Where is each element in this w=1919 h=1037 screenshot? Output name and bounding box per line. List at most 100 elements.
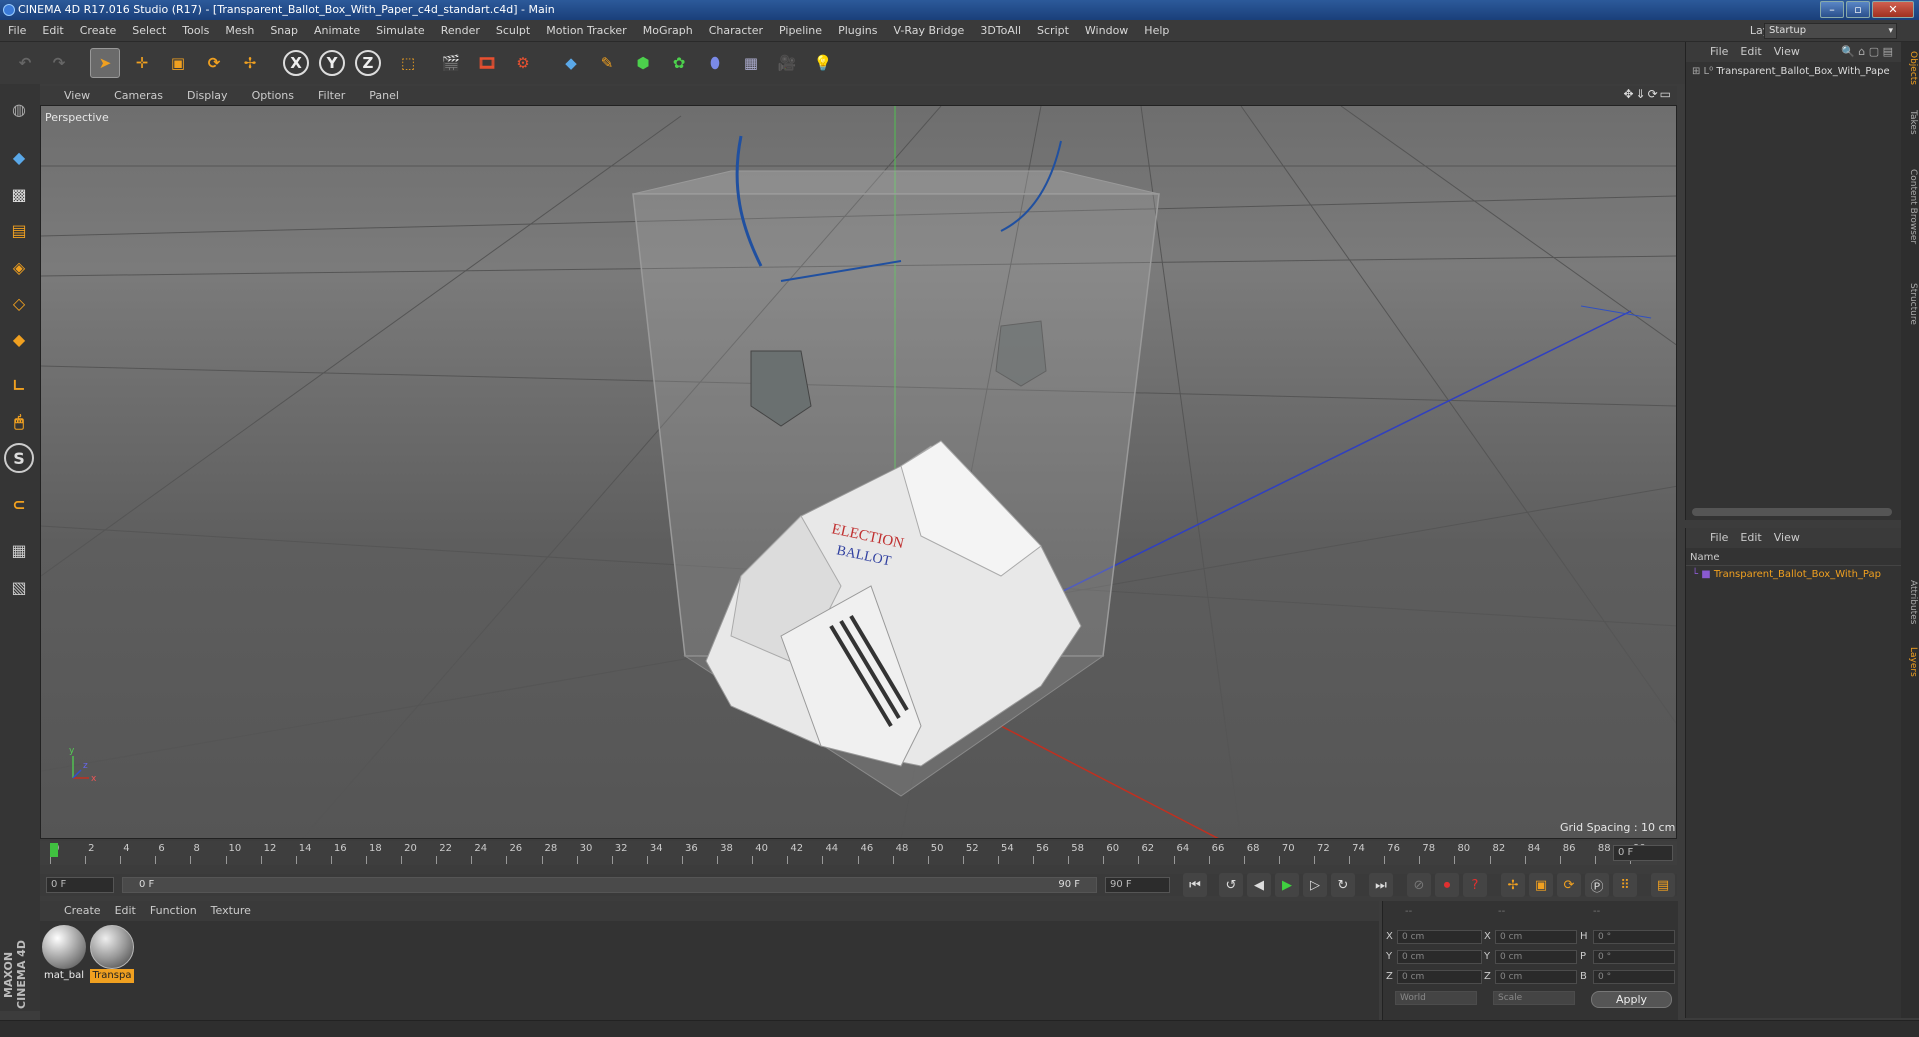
points-mode-icon[interactable]: ◈	[4, 252, 34, 282]
texture-mode-icon[interactable]: ▩	[4, 179, 34, 209]
object-menu-edit[interactable]: Edit	[1734, 42, 1767, 62]
range-slider[interactable]: 0 F 90 F	[122, 877, 1097, 893]
end-frame-field[interactable]: 90 F	[1105, 877, 1170, 893]
tab-attributes[interactable]: Attributes	[1902, 572, 1918, 632]
object-toolbar-icons[interactable]: 🔍 ⌂ ▢ ▤	[1841, 45, 1893, 58]
redo-icon[interactable]: ↷	[44, 48, 74, 78]
render-picture-viewer-icon[interactable]: 🎞	[472, 48, 502, 78]
workplane-mode-icon[interactable]: ▤	[4, 215, 34, 245]
rotation-b-field[interactable]: 0 °	[1593, 970, 1675, 984]
coordinate-system-icon[interactable]: ⬚	[393, 48, 423, 78]
key-scale-icon[interactable]: ▣	[1529, 873, 1553, 897]
tweak-mode-icon[interactable]: 🖱	[4, 407, 34, 437]
rotate-icon[interactable]: ⟳	[199, 48, 229, 78]
rotation-p-field[interactable]: 0 °	[1593, 950, 1675, 964]
tab-structure[interactable]: Structure	[1902, 274, 1918, 334]
menu-plugins[interactable]: Plugins	[830, 20, 885, 42]
planar-workplane-icon[interactable]: ▧	[4, 572, 34, 602]
apply-button[interactable]: Apply	[1591, 991, 1672, 1008]
minimize-button[interactable]: –	[1820, 1, 1844, 18]
material-menu-edit[interactable]: Edit	[108, 901, 143, 921]
play-icon[interactable]: ▶	[1275, 873, 1299, 897]
y-axis-button[interactable]: Y	[319, 50, 345, 76]
viewport-menu-cameras[interactable]: Cameras	[102, 86, 175, 105]
undo-icon[interactable]: ↶	[10, 48, 40, 78]
go-to-start-icon[interactable]: ⏮	[1183, 873, 1207, 897]
polygons-mode-icon[interactable]: ◆	[4, 324, 34, 354]
timeline-playhead[interactable]	[50, 843, 58, 857]
position-x-field[interactable]: 0 cm	[1397, 930, 1482, 944]
timeline-ruler[interactable]: 0246810121416182022242628303234363840424…	[40, 841, 1677, 865]
menu-window[interactable]: Window	[1077, 20, 1136, 42]
object-tree-item[interactable]: ⊞ L⁰ Transparent_Ballot_Box_With_Pape	[1686, 62, 1901, 77]
subdivision-surface-icon[interactable]: ⬢	[628, 48, 658, 78]
viewport-menu-options[interactable]: Options	[240, 86, 306, 105]
floor-icon[interactable]: ▦	[736, 48, 766, 78]
go-to-end-icon[interactable]: ⏭	[1369, 873, 1393, 897]
size-x-field[interactable]: 0 cm	[1495, 930, 1577, 944]
object-menu-view[interactable]: View	[1768, 42, 1806, 62]
deformer-icon[interactable]: ⬮	[700, 48, 730, 78]
layout-select[interactable]: Startup ▾	[1764, 23, 1897, 39]
tab-objects[interactable]: Objects	[1902, 48, 1918, 88]
camera-icon[interactable]: 🎥	[772, 48, 802, 78]
next-frame-icon[interactable]: ▷	[1303, 873, 1327, 897]
menu-script[interactable]: Script	[1029, 20, 1077, 42]
cube-icon[interactable]: ◆	[556, 48, 586, 78]
viewport-menu-filter[interactable]: Filter	[306, 86, 357, 105]
current-frame-field[interactable]: 0 F	[1613, 845, 1673, 861]
edges-mode-icon[interactable]: ◇	[4, 288, 34, 318]
material-swatch[interactable]: mat_bal	[42, 925, 86, 985]
lock-workplane-icon[interactable]: ▦	[4, 535, 34, 565]
model-mode-icon[interactable]: ◆	[4, 142, 34, 172]
menu-vray-bridge[interactable]: V-Ray Bridge	[885, 20, 972, 42]
magnet-icon[interactable]: ⊂	[4, 489, 34, 519]
make-editable-icon[interactable]: ◍	[4, 94, 34, 124]
menu-file[interactable]: File	[0, 20, 34, 42]
start-frame-field[interactable]: 0 F	[46, 877, 114, 893]
z-axis-button[interactable]: Z	[355, 50, 381, 76]
layer-menu-view[interactable]: View	[1768, 528, 1806, 548]
close-button[interactable]: ✕	[1872, 1, 1914, 18]
menu-animate[interactable]: Animate	[306, 20, 368, 42]
scale-select[interactable]: Scale	[1493, 991, 1575, 1005]
menu-simulate[interactable]: Simulate	[368, 20, 433, 42]
snap-icon[interactable]: S	[4, 443, 34, 473]
viewport-nav-icons[interactable]: ✥⇓⟳▭	[1623, 87, 1673, 101]
world-select[interactable]: World	[1395, 991, 1477, 1005]
transform-icon[interactable]: ✢	[235, 48, 265, 78]
menu-sculpt[interactable]: Sculpt	[488, 20, 538, 42]
menu-create[interactable]: Create	[72, 20, 125, 42]
scale-icon[interactable]: ▣	[163, 48, 193, 78]
pen-spline-icon[interactable]: ✎	[592, 48, 622, 78]
previous-frame-icon[interactable]: ◀	[1247, 873, 1271, 897]
menu-mesh[interactable]: Mesh	[217, 20, 262, 42]
size-z-field[interactable]: 0 cm	[1495, 970, 1577, 984]
tab-content-browser[interactable]: Content Browser	[1902, 152, 1918, 262]
light-icon[interactable]: 💡	[808, 48, 838, 78]
next-key-icon[interactable]: ↻	[1331, 873, 1355, 897]
menu-3dtoall[interactable]: 3DToAll	[972, 20, 1029, 42]
material-menu-function[interactable]: Function	[143, 901, 204, 921]
layer-menu-file[interactable]: File	[1686, 528, 1734, 548]
key-rotation-icon[interactable]: ⟳	[1557, 873, 1581, 897]
maximize-button[interactable]: ▫	[1846, 1, 1870, 18]
menu-help[interactable]: Help	[1136, 20, 1177, 42]
key-parameter-icon[interactable]: Ⓟ	[1585, 873, 1609, 897]
object-menu-file[interactable]: File	[1686, 42, 1734, 62]
key-pla-icon[interactable]: ⠿	[1613, 873, 1637, 897]
record-keyframes-icon[interactable]: ⊘	[1407, 873, 1431, 897]
material-swatch[interactable]: Transpa	[90, 925, 134, 985]
autokey-icon[interactable]: ⏺	[1435, 873, 1459, 897]
menu-select[interactable]: Select	[124, 20, 174, 42]
previous-key-icon[interactable]: ↺	[1219, 873, 1243, 897]
key-position-icon[interactable]: ✢	[1501, 873, 1525, 897]
axis-mode-icon[interactable]: ∟	[4, 370, 34, 400]
viewport-menu-display[interactable]: Display	[175, 86, 240, 105]
menu-mograph[interactable]: MoGraph	[635, 20, 701, 42]
render-view-icon[interactable]: 🎬	[436, 48, 466, 78]
array-icon[interactable]: ✿	[664, 48, 694, 78]
menu-character[interactable]: Character	[701, 20, 771, 42]
viewport-menu-view[interactable]: View	[40, 86, 102, 105]
viewport-menu-panel[interactable]: Panel	[357, 86, 411, 105]
